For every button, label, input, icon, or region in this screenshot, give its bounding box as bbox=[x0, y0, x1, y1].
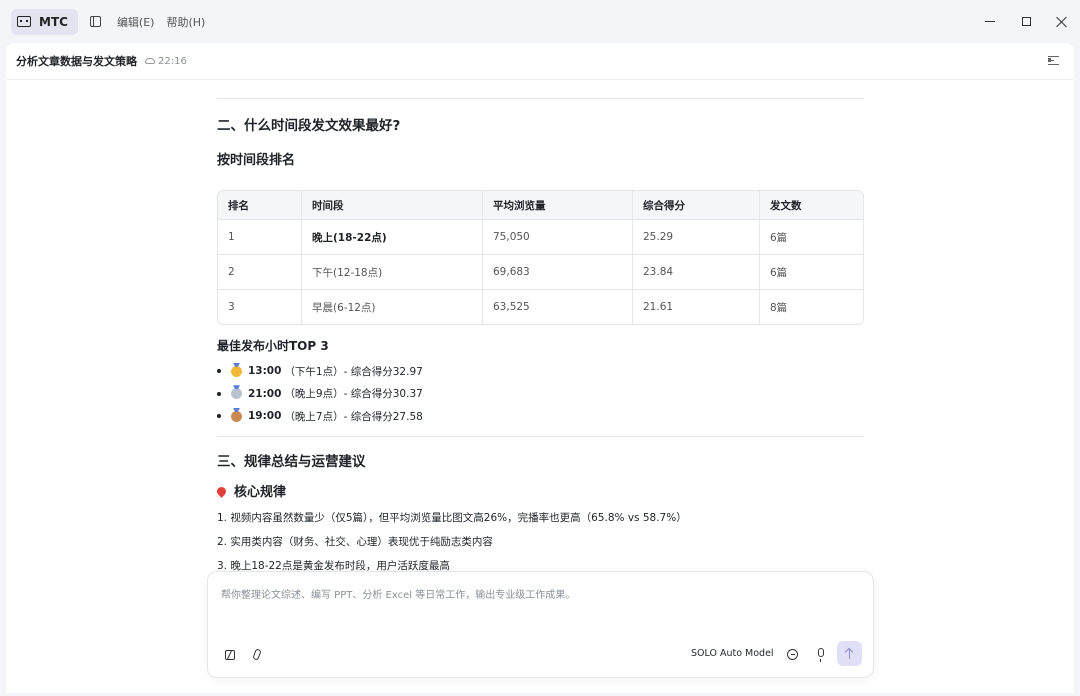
top3-time: 13:00 bbox=[248, 365, 282, 378]
maximize-button[interactable] bbox=[1008, 0, 1044, 43]
table-cell: 6篇 bbox=[760, 254, 863, 289]
top3-list: 13:00 （下午1点）- 综合得分32.97 21:00 （晚上9点）- 综合… bbox=[217, 360, 864, 428]
cloud-sync-icon bbox=[145, 58, 155, 64]
send-button[interactable] bbox=[837, 641, 862, 666]
table-cell: 6篇 bbox=[760, 219, 863, 254]
doc-time: 22:16 bbox=[158, 55, 187, 67]
app-name: MTC bbox=[39, 14, 68, 29]
close-icon bbox=[1056, 16, 1068, 28]
microphone-icon[interactable] bbox=[818, 648, 824, 662]
top3-text: （晚上9点）- 综合得分30.37 bbox=[284, 388, 423, 401]
top3-time: 21:00 bbox=[248, 387, 282, 400]
table-row: 3 早晨(6-12点) 63,525 21.61 8篇 bbox=[218, 289, 863, 324]
divider bbox=[217, 435, 864, 437]
top3-text: （晚上7点）- 综合得分27.58 bbox=[284, 410, 423, 423]
doc-title: 分析文章数据与发文策略 bbox=[16, 55, 137, 68]
top3-heading: 最佳发布小时TOP 3 bbox=[217, 339, 329, 353]
table-cell: 晚上(18-22点) bbox=[302, 219, 483, 254]
table-header: 发文数 bbox=[760, 191, 863, 219]
gold-medal-icon bbox=[231, 365, 242, 377]
chat-bubble-icon[interactable] bbox=[787, 649, 798, 660]
doc-header: 分析文章数据与发文策略 22:16 bbox=[6, 43, 1074, 80]
chat-input-box[interactable]: 帮你整理论文综述、编写 PPT、分析 Excel 等日常工作，输出专业级工作成果… bbox=[207, 571, 874, 678]
table-cell: 23.84 bbox=[633, 254, 760, 289]
divider bbox=[217, 98, 864, 99]
silver-medal-icon bbox=[231, 388, 242, 400]
list-item: 19:00 （晚上7点）- 综合得分27.58 bbox=[217, 405, 864, 428]
table-row: 1 晚上(18-22点) 75,050 25.29 6篇 bbox=[218, 219, 863, 254]
core-rules-heading: 核心规律 bbox=[215, 481, 864, 500]
table-row: 2 下午(12-18点) 69,683 23.84 6篇 bbox=[218, 254, 863, 289]
top3-text: （下午1点）- 综合得分32.97 bbox=[284, 365, 423, 378]
core-rules-title: 核心规律 bbox=[234, 484, 287, 500]
title-bar: MTC 编辑(E) 帮助(H) bbox=[0, 0, 1080, 43]
table-header-row: 排名 时间段 平均浏览量 综合得分 发文数 bbox=[218, 191, 863, 219]
section2-heading: 二、什么时间段发文效果最好? bbox=[217, 118, 401, 134]
menu-edit[interactable]: 编辑(E) bbox=[117, 14, 155, 30]
table-header: 平均浏览量 bbox=[483, 191, 633, 219]
table-cell: 2 bbox=[218, 254, 302, 289]
list-item: 1. 视频内容虽然数量少（仅5篇），但平均浏览量比图文高26%，完播率也更高（6… bbox=[217, 512, 687, 524]
table-cell: 21.61 bbox=[633, 289, 760, 324]
list-item: 13:00 （下午1点）- 综合得分32.97 bbox=[217, 360, 864, 383]
maximize-icon bbox=[1021, 17, 1031, 26]
app-logo-icon bbox=[17, 16, 31, 27]
table-cell: 8篇 bbox=[760, 289, 863, 324]
close-button[interactable] bbox=[1044, 0, 1080, 43]
ranking-heading: 按时间段排名 bbox=[217, 153, 296, 168]
core-rules-list: 1. 视频内容虽然数量少（仅5篇），但平均浏览量比图文高26%，完播率也更高（6… bbox=[217, 506, 864, 578]
slash-command-icon[interactable] bbox=[225, 650, 235, 660]
table-cell: 下午(12-18点) bbox=[302, 254, 483, 289]
minimize-button[interactable] bbox=[972, 0, 1008, 43]
table-header: 排名 bbox=[218, 191, 302, 219]
table-cell: 63,525 bbox=[483, 289, 633, 324]
table-header: 综合得分 bbox=[633, 191, 760, 219]
chat-input-placeholder[interactable]: 帮你整理论文综述、编写 PPT、分析 Excel 等日常工作，输出专业级工作成果… bbox=[221, 586, 575, 601]
list-item: 21:00 （晚上9点）- 综合得分30.37 bbox=[217, 383, 864, 406]
app-badge[interactable]: MTC bbox=[11, 8, 78, 35]
table-cell: 25.29 bbox=[633, 219, 760, 254]
table-cell: 75,050 bbox=[483, 219, 633, 254]
table-cell: 3 bbox=[218, 289, 302, 324]
window-controls bbox=[972, 0, 1080, 43]
panel-collapse-icon[interactable] bbox=[1048, 56, 1059, 66]
table-cell: 早晨(6-12点) bbox=[302, 289, 483, 324]
menu-help[interactable]: 帮助(H) bbox=[166, 14, 205, 30]
pin-icon bbox=[215, 484, 228, 498]
table-cell: 69,683 bbox=[483, 254, 633, 289]
list-item: 2. 实用类内容（财务、社交、心理）表现优于纯励志类内容 bbox=[217, 536, 493, 548]
table-cell: 1 bbox=[218, 219, 302, 254]
minimize-icon bbox=[985, 21, 995, 22]
sidebar-toggle-icon[interactable] bbox=[89, 16, 101, 27]
paperclip-icon[interactable] bbox=[252, 648, 262, 661]
top3-time: 19:00 bbox=[248, 410, 282, 423]
model-selector[interactable]: SOLO Auto Model bbox=[691, 648, 774, 659]
section3-heading: 三、规律总结与运营建议 bbox=[217, 453, 366, 470]
bronze-medal-icon bbox=[231, 410, 242, 422]
table-header: 时间段 bbox=[302, 191, 483, 219]
ranking-table: 排名 时间段 平均浏览量 综合得分 发文数 1 晚上(18-22点) 75,05… bbox=[217, 190, 864, 325]
main-panel: 分析文章数据与发文策略 22:16 二、什么时间段发文效果最好? 按时间段排名 … bbox=[6, 43, 1074, 693]
document-content: 二、什么时间段发文效果最好? 按时间段排名 排名 时间段 平均浏览量 综合得分 … bbox=[215, 98, 864, 578]
